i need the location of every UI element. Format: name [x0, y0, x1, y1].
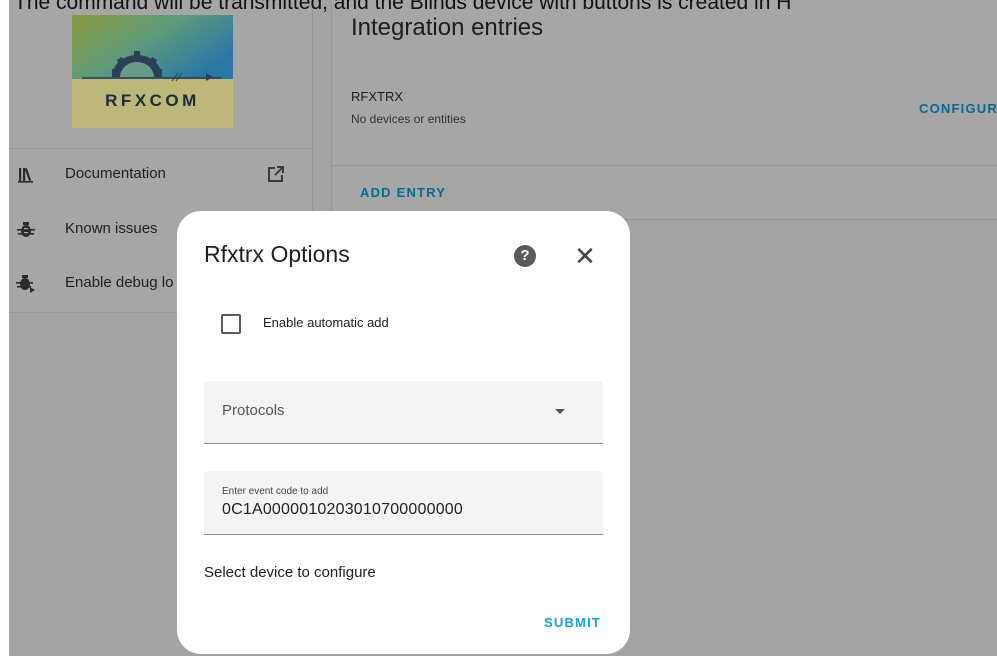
logo-text: RFXCOM: [105, 91, 200, 110]
help-circle-icon[interactable]: ?: [514, 245, 536, 267]
documentation-label: Documentation: [65, 165, 166, 182]
rfxcom-logo: RFXCOM: [72, 15, 233, 128]
integration-entries-card: Integration entries RFXTRX No devices or…: [331, 0, 997, 220]
entry-subtitle: No devices or entities: [351, 112, 466, 126]
protocols-select[interactable]: Protocols: [204, 381, 603, 444]
integration-entries-title: Integration entries: [351, 14, 544, 41]
entry-name: RFXTRX: [351, 89, 403, 104]
dialog-title: Rfxtrx Options: [204, 241, 350, 267]
submit-button[interactable]: SUBMIT: [544, 615, 601, 630]
book-icon: [16, 165, 36, 185]
add-entry-button[interactable]: ADD ENTRY: [360, 185, 446, 200]
known-issues-label: Known issues: [65, 220, 158, 237]
automatic-add-label: Enable automatic add: [263, 315, 389, 330]
enable-debug-logging-label: Enable debug lo: [65, 274, 174, 291]
configure-button[interactable]: CONFIGUR: [919, 101, 997, 116]
event-code-field[interactable]: Enter event code to add 0C1A000001020301…: [204, 471, 603, 535]
rfxtrx-options-dialog: Rfxtrx Options ? ✕ Enable automatic add …: [177, 211, 630, 654]
close-icon[interactable]: ✕: [570, 241, 600, 271]
event-code-label: Enter event code to add: [222, 486, 329, 497]
caption-text: The command will be transmitted, and the…: [14, 0, 792, 14]
open-in-new-icon[interactable]: [265, 163, 287, 185]
documentation-link[interactable]: Documentation: [9, 155, 312, 195]
left-edge-strip: [0, 0, 9, 656]
protocols-label: Protocols: [222, 402, 285, 419]
logo-graphic: [72, 15, 233, 128]
event-code-value: 0C1A0000010203010700000000: [222, 501, 463, 518]
chevron-down-icon: [555, 409, 565, 414]
automatic-add-checkbox[interactable]: [221, 314, 241, 334]
bug-play-icon: [16, 274, 36, 294]
card-divider: [332, 165, 997, 166]
bug-icon: [16, 220, 36, 240]
select-device-label: Select device to configure: [204, 564, 376, 581]
panel-divider: [9, 148, 312, 149]
